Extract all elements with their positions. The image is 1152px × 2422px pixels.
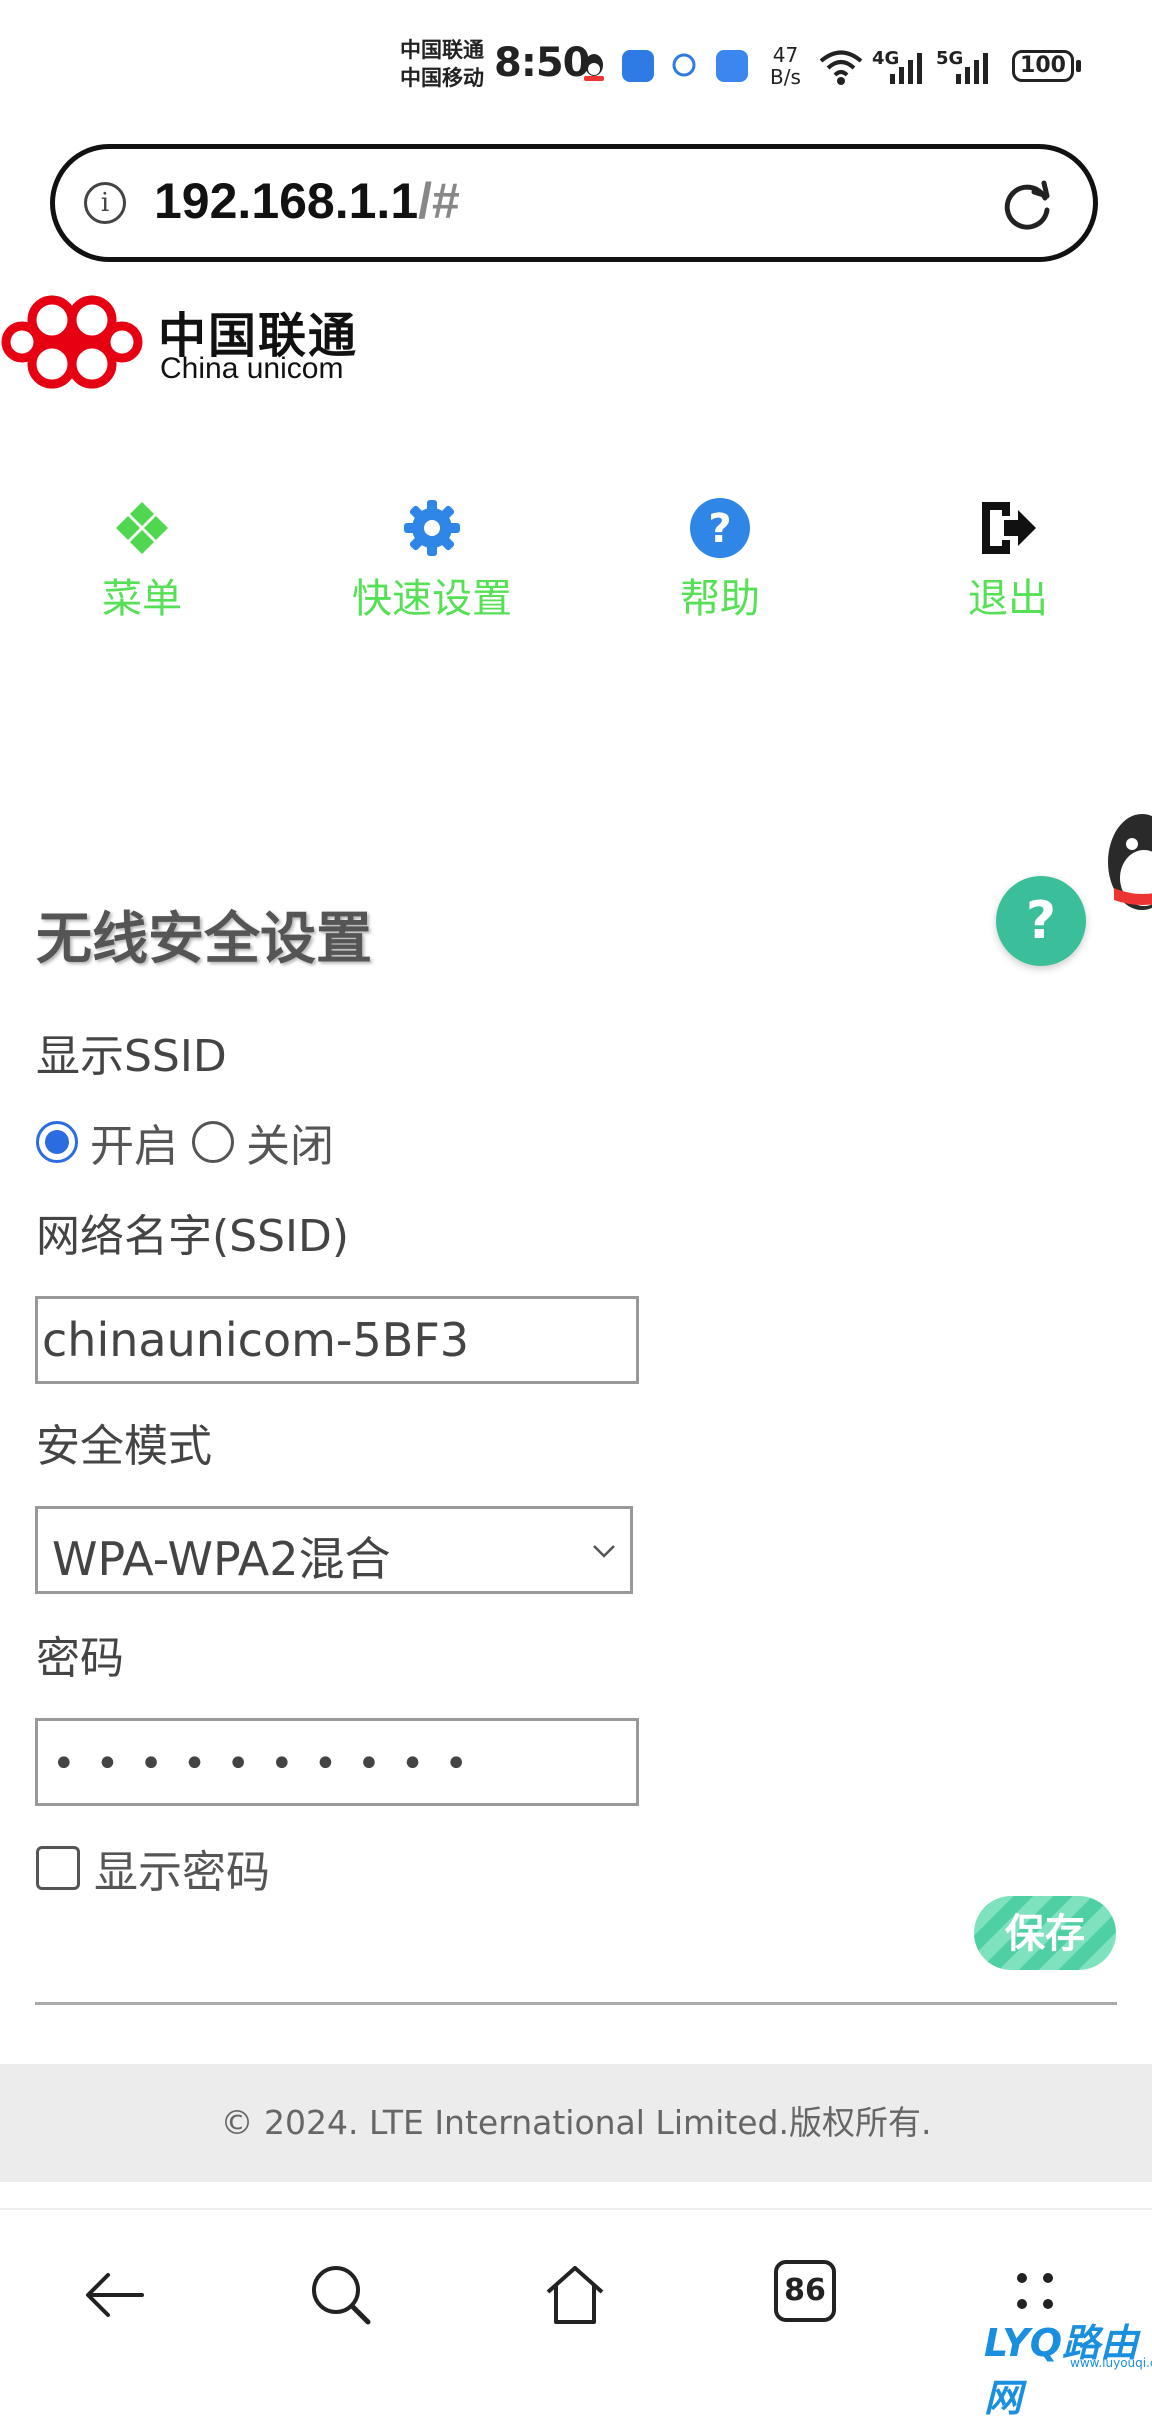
help-icon: ? [690, 498, 750, 558]
page-title: 无线安全设置 [36, 907, 372, 972]
wifi-icon [819, 50, 863, 85]
show-ssid-radio-group: 开启 关闭 [36, 1110, 334, 1174]
nav-logout[interactable]: 退出 [888, 496, 1128, 624]
home-icon[interactable] [540, 2260, 610, 2330]
chevron-down-icon [593, 1545, 615, 1558]
nav-quick-setup-label: 快速设置 [352, 576, 512, 622]
carrier-1: 中国联通 [400, 38, 484, 62]
ssid-label: 网络名字(SSID) [36, 1211, 350, 1262]
password-input[interactable]: •••••••••• [35, 1718, 639, 1806]
floating-help-button[interactable]: ? [996, 876, 1086, 966]
nav-logout-label: 退出 [968, 576, 1048, 622]
nav-quick-setup[interactable]: 快速设置 [312, 496, 552, 624]
radio-off-label[interactable]: 关闭 [246, 1110, 334, 1174]
gear-icon [404, 500, 460, 556]
radio-on[interactable] [36, 1121, 78, 1163]
security-mode-select[interactable]: WPA-WPA2混合 [35, 1506, 633, 1594]
nav-help-label: 帮助 [680, 576, 760, 622]
tabs-count-button[interactable]: 86 [774, 2260, 836, 2322]
battery-saver-notification-icon [716, 50, 748, 82]
signal-2-bars-icon [956, 48, 992, 84]
url-path: /# [418, 173, 460, 229]
china-unicom-logo [1, 295, 143, 389]
watermark-url: www.luyouqi.com [1070, 2356, 1152, 2370]
app-notification-icon [622, 50, 654, 82]
qq-float-icon[interactable] [1092, 800, 1152, 930]
nav-menu-label: 菜单 [102, 576, 182, 622]
ssid-input[interactable]: chinaunicom-5BF3 [35, 1296, 639, 1384]
brand-name-en: China unicom [160, 352, 344, 385]
battery-cap-icon [1076, 60, 1081, 72]
signal-1-bars-icon [890, 48, 926, 84]
reload-icon[interactable] [998, 176, 1058, 236]
security-mode-value: WPA-WPA2混合 [52, 1532, 391, 1586]
show-password-checkbox[interactable] [36, 1846, 80, 1890]
site-info-icon[interactable]: i [84, 182, 126, 224]
footer-copyright: © 2024. LTE International Limited.版权所有. [0, 2064, 1152, 2182]
nav-menu[interactable]: 菜单 [22, 496, 262, 624]
carrier-names: 中国联通 中国移动 [400, 36, 484, 92]
back-arrow-icon[interactable] [80, 2260, 150, 2330]
menu-diamond-icon [116, 502, 168, 554]
form-divider [35, 2002, 1117, 2005]
search-icon[interactable] [306, 2260, 376, 2330]
radio-on-label[interactable]: 开启 [90, 1110, 178, 1174]
network-speed: 47 B/s [770, 44, 801, 88]
chat-notification-icon [672, 53, 696, 77]
show-password-row: 显示密码 [36, 1836, 270, 1900]
password-label: 密码 [36, 1633, 124, 1684]
save-button[interactable]: 保存 [974, 1896, 1116, 1970]
url-host: 192.168.1.1 [154, 173, 419, 229]
network-speed-value: 47 [772, 43, 799, 67]
security-mode-label: 安全模式 [36, 1421, 212, 1472]
url-text[interactable]: 192.168.1.1/# [154, 172, 460, 230]
qq-notification-icon [584, 54, 604, 81]
svg-text:?: ? [708, 506, 731, 552]
battery-indicator: 100 [1012, 50, 1074, 82]
show-password-label[interactable]: 显示密码 [94, 1836, 270, 1900]
network-speed-unit: B/s [770, 65, 801, 89]
nav-help[interactable]: ? 帮助 [600, 496, 840, 624]
logout-icon [982, 502, 1036, 554]
show-ssid-label: 显示SSID [36, 1031, 227, 1082]
carrier-2: 中国移动 [400, 66, 484, 90]
password-mask: •••••••••• [52, 1741, 488, 1787]
radio-off[interactable] [192, 1121, 234, 1163]
ssid-value: chinaunicom-5BF3 [42, 1313, 470, 1367]
